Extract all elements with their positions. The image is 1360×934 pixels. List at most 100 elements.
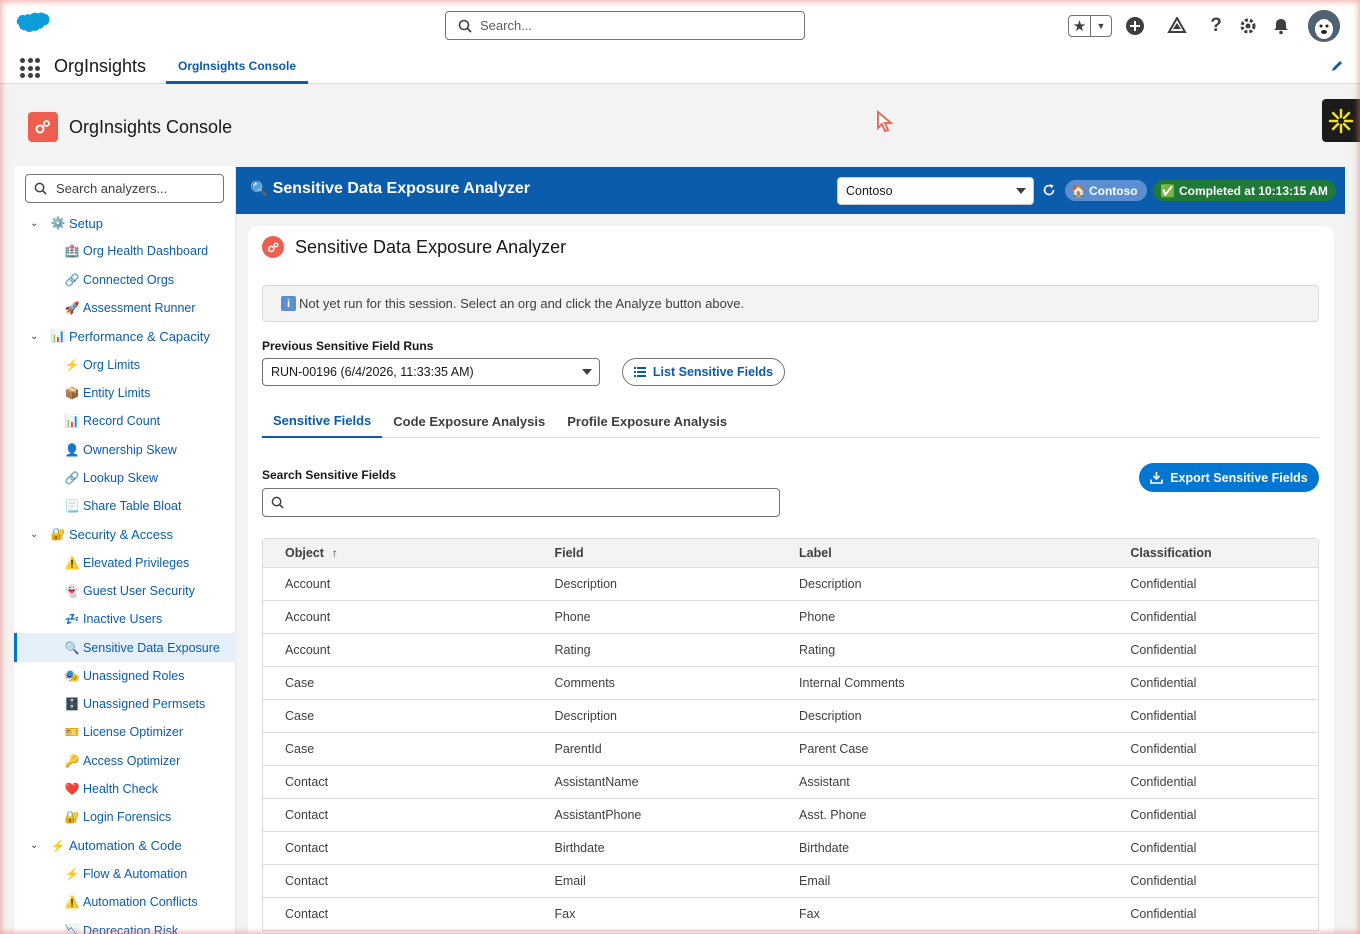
- favorites-button-group[interactable]: ★ ▼: [1068, 15, 1112, 37]
- global-search-input[interactable]: Search...: [445, 11, 805, 40]
- tree-item-automation-conflicts[interactable]: ⚠️ Automation Conflicts: [14, 888, 236, 916]
- column-header-object[interactable]: Object ↑: [263, 546, 532, 560]
- cell-object: Contact: [285, 808, 329, 822]
- cell-label: Assistant: [799, 775, 850, 789]
- analyzer-card: Sensitive Data Exposure Analyzer i Not y…: [248, 226, 1334, 934]
- cell-object: Contact: [285, 907, 329, 921]
- tree-item-label: Entity Limits: [83, 385, 151, 400]
- tree-item-sensitive-data-exposure[interactable]: 🔍 Sensitive Data Exposure: [14, 633, 236, 663]
- cell-classification: Confidential: [1130, 643, 1197, 657]
- page-header: OrgInsights Console: [28, 112, 232, 142]
- tree-group-performance-capacity[interactable]: ⌄ 📊 Performance & Capacity: [14, 322, 236, 350]
- table-row[interactable]: Account Description Description Confidentia…: [263, 568, 1318, 601]
- tree-group-automation-code[interactable]: ⌄ ⚡ Automation & Code: [14, 832, 236, 860]
- assistant-widget-icon[interactable]: [1322, 99, 1360, 142]
- list-sensitive-fields-button[interactable]: List Sensitive Fields: [622, 358, 785, 386]
- app-launcher-icon[interactable]: [20, 58, 40, 78]
- add-icon[interactable]: [1124, 15, 1146, 37]
- sort-ascending-icon[interactable]: ↑: [332, 546, 338, 560]
- column-header-classification[interactable]: Classification: [1108, 546, 1318, 560]
- tree-group-label: Automation & Code: [69, 838, 182, 854]
- analyzer-search-input[interactable]: Search analyzers...: [25, 174, 224, 203]
- column-header-label[interactable]: Label: [777, 546, 1108, 560]
- setup-gear-icon[interactable]: [1237, 15, 1259, 37]
- table-row[interactable]: Contact AssistantPhone Asst. Phone Confiden…: [263, 799, 1318, 832]
- table-row[interactable]: Contact Fax Fax Confidential: [263, 898, 1318, 931]
- tab-code-exposure-analysis[interactable]: Code Exposure Analysis: [382, 404, 556, 438]
- table-row[interactable]: Case Description Description Confidential: [263, 700, 1318, 733]
- lightning-icon: ⚡: [50, 838, 66, 853]
- tree-item-unassigned-permsets[interactable]: 🗄️ Unassigned Permsets: [14, 690, 236, 718]
- table-row[interactable]: Account Rating Rating Confidential: [263, 634, 1318, 667]
- cell-field: Description: [554, 577, 618, 591]
- edit-nav-pencil-icon[interactable]: [1330, 59, 1344, 73]
- lock-key-icon: 🔐: [50, 527, 66, 542]
- tree-item-unassigned-roles[interactable]: 🎭 Unassigned Roles: [14, 662, 236, 690]
- tree-item-org-health-dashboard[interactable]: 🏥 Org Health Dashboard: [14, 237, 236, 265]
- table-row[interactable]: Case Comments Internal Comments Confidentia…: [263, 667, 1318, 700]
- column-header-label: Object: [285, 546, 324, 560]
- analyzer-banner: 🔍 Sensitive Data Exposure Analyzer Conto…: [236, 167, 1345, 214]
- cell-object: Account: [285, 610, 331, 624]
- tab-profile-exposure-analysis[interactable]: Profile Exposure Analysis: [556, 404, 738, 438]
- cell-label: Description: [799, 577, 862, 591]
- tab-sensitive-fields[interactable]: Sensitive Fields: [262, 404, 383, 438]
- tree-item-lookup-skew[interactable]: 🔗 Lookup Skew: [14, 464, 236, 492]
- tree-item-health-check[interactable]: ❤️ Health Check: [14, 775, 236, 803]
- tree-group-setup[interactable]: ⌄ ⚙️ Setup: [14, 209, 236, 237]
- lock-key-icon: 🔐: [64, 810, 80, 825]
- export-sensitive-fields-button[interactable]: Export Sensitive Fields: [1139, 463, 1319, 492]
- search-sensitive-fields-label: Search Sensitive Fields: [262, 468, 397, 482]
- chevron-down-icon[interactable]: ⌄: [30, 529, 42, 540]
- tree-item-ownership-skew[interactable]: 👤 Ownership Skew: [14, 435, 236, 463]
- trailhead-icon[interactable]: [1166, 15, 1188, 37]
- favorites-dropdown-icon[interactable]: ▼: [1091, 21, 1111, 31]
- chevron-down-icon[interactable]: ⌄: [30, 218, 42, 229]
- table-row[interactable]: Account Phone Phone Confidential: [263, 601, 1318, 634]
- analyzer-tree: ⌄ ⚙️ Setup 🏥 Org Health Dashboard 🔗 Connecte…: [14, 209, 236, 934]
- chevron-down-icon[interactable]: ⌄: [30, 331, 42, 342]
- ghost-icon: 👻: [64, 584, 80, 598]
- tree-item-license-optimizer[interactable]: 🎫 License Optimizer: [14, 718, 236, 746]
- refresh-icon[interactable]: [1042, 183, 1056, 197]
- tree-item-record-count[interactable]: 📊 Record Count: [14, 407, 236, 435]
- salesforce-logo[interactable]: [14, 12, 52, 38]
- table-row[interactable]: Contact Email Email Confidential: [263, 865, 1318, 898]
- org-badge-label: Contoso: [1088, 183, 1138, 198]
- tree-item-connected-orgs[interactable]: 🔗 Connected Orgs: [14, 266, 236, 294]
- notifications-bell-icon[interactable]: [1270, 15, 1292, 37]
- org-badge: 🏠 Contoso: [1065, 180, 1147, 201]
- previous-runs-label: Previous Sensitive Field Runs: [262, 339, 434, 353]
- table-row[interactable]: Case ParentId Parent Case Confidential: [263, 733, 1318, 766]
- chevron-down-icon[interactable]: ⌄: [30, 840, 42, 851]
- tree-group-security-access[interactable]: ⌄ 🔐 Security & Access: [14, 520, 236, 548]
- help-icon[interactable]: ?: [1205, 15, 1227, 37]
- tree-item-deprecation-risk[interactable]: 📉 Deprecation Risk: [14, 916, 236, 934]
- sensitive-fields-search-input[interactable]: [262, 488, 780, 517]
- table-row[interactable]: Contact Birthdate Birthdate Confidential: [263, 832, 1318, 865]
- house-icon: 🏠: [1071, 183, 1086, 198]
- tree-item-login-forensics[interactable]: 🔐 Login Forensics: [14, 803, 236, 831]
- favorites-star-icon[interactable]: ★: [1069, 16, 1091, 36]
- app-nav-bar: OrgInsights OrgInsights Console: [0, 50, 1360, 84]
- tree-item-flow-automation[interactable]: ⚡ Flow & Automation: [14, 860, 236, 888]
- heart-icon: ❤️: [64, 782, 80, 797]
- column-header-field[interactable]: Field: [532, 546, 777, 560]
- tree-item-assessment-runner[interactable]: 🚀 Assessment Runner: [14, 294, 236, 322]
- tree-item-access-optimizer[interactable]: 🔑 Access Optimizer: [14, 747, 236, 775]
- tree-item-label: License Optimizer: [83, 725, 184, 740]
- table-row[interactable]: Contact AssistantName Assistant Confidentia…: [263, 766, 1318, 799]
- avatar[interactable]: [1308, 10, 1340, 42]
- table-header-row: Object ↑ Field Label Classification: [263, 539, 1318, 568]
- tree-item-entity-limits[interactable]: 📦 Entity Limits: [14, 379, 236, 407]
- tree-item-org-limits[interactable]: ⚡ Org Limits: [14, 350, 236, 378]
- tree-item-label: Access Optimizer: [83, 753, 181, 768]
- previous-runs-select[interactable]: RUN-00196 (6/4/2026, 11:33:35 AM): [262, 358, 600, 386]
- org-select-value: Contoso: [846, 184, 893, 198]
- tree-item-share-table-bloat[interactable]: 📃 Share Table Bloat: [14, 492, 236, 520]
- tree-item-guest-user-security[interactable]: 👻 Guest User Security: [14, 577, 236, 605]
- org-select[interactable]: Contoso: [837, 177, 1034, 205]
- tab-orginsights-console[interactable]: OrgInsights Console: [166, 50, 309, 84]
- tree-item-elevated-privileges[interactable]: ⚠️ Elevated Privileges: [14, 549, 236, 577]
- tree-item-inactive-users[interactable]: 💤 Inactive Users: [14, 605, 236, 633]
